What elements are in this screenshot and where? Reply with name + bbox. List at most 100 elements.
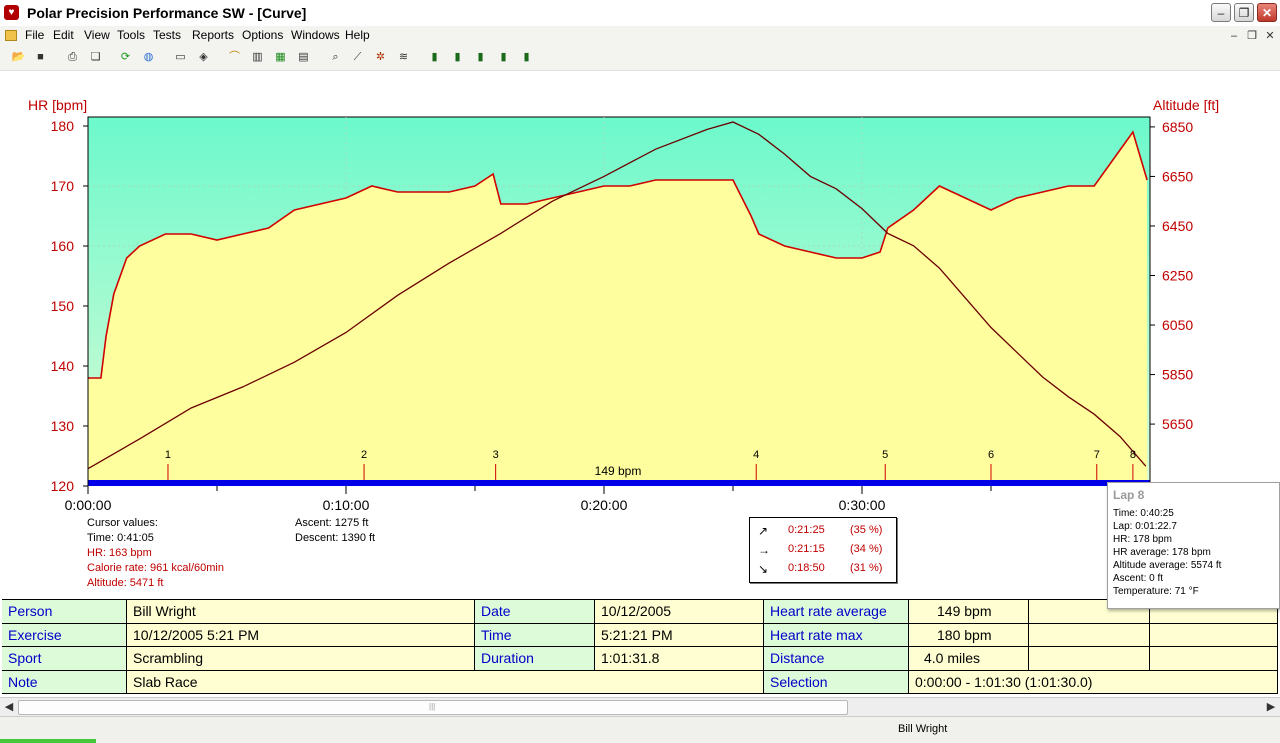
scroll-thumb[interactable]: ||| [18,700,848,715]
lap-label-1: 1 [165,449,171,461]
hr-tick-label: 120 [51,478,75,494]
hr-average-label: 149 bpm [595,464,642,478]
x-tick-label: 0:20:00 [581,497,628,513]
window-icon[interactable]: ▭ [172,49,189,66]
status-bar: Bill Wright [0,716,1280,743]
hr-tick-label: 180 [51,118,75,134]
horizontal-scrollbar[interactable]: ◀ ||| ▶ [0,697,1280,716]
histogram-4-icon[interactable]: ▮ [495,49,512,66]
menu-help[interactable]: Help [345,28,370,42]
altitude-tick-label: 6250 [1162,267,1193,283]
hr-tick-label: 170 [51,178,75,194]
menu-view[interactable]: View [84,28,110,42]
uphill-arrow-icon: ↗ [758,524,769,538]
save-icon[interactable]: ■ [32,49,49,66]
table-icon[interactable]: ▤ [295,49,312,66]
hr-tick-label: 130 [51,418,75,434]
lap-popup-title: Lap 8 [1113,488,1145,502]
histogram-1-icon[interactable]: ▮ [426,49,443,66]
status-user: Bill Wright [898,723,948,735]
person-value[interactable]: Bill Wright [127,600,475,624]
layers-icon[interactable]: ◈ [195,49,212,66]
menu-tests[interactable]: Tests [153,28,181,42]
hr-axis-label: HR [bpm] [28,97,87,113]
graph-icon[interactable]: ⟋ [349,49,366,66]
lap-popup-line: HR: 178 bpm [1113,534,1172,545]
globe-icon[interactable]: ◍ [140,49,157,66]
scroll-left-icon[interactable]: ◀ [1,699,17,715]
selection-label: Selection [764,670,909,694]
cursor-values: Cursor values: Time: 0:41:05 HR: 163 bpm… [87,516,224,591]
menu-edit[interactable]: Edit [53,28,74,42]
cursor-header: Cursor values: [87,517,158,529]
minimize-button[interactable]: – [1211,3,1231,22]
histogram-2-icon[interactable]: ▮ [449,49,466,66]
lap-info-popup: Lap 8 Time: 0:40:25 Lap: 0:01:22.7 HR: 1… [1107,482,1280,609]
zoom-icon[interactable]: ⌕ [327,49,344,66]
lap-popup-line: HR average: 178 bpm [1113,547,1211,558]
restore-button[interactable]: ❐ [1234,3,1254,22]
altitude-tick-label: 6850 [1162,119,1193,135]
empty-cell [1150,647,1278,671]
toolbar: 📂 ■ ⎙ ❏ ⟳ ◍ ▭ ◈ ⌒ ▥ ▦ ▤ ⌕ ⟋ ✲ ≋ ▮ ▮ ▮ ▮ … [0,46,1280,71]
time-value[interactable]: 5:21:21 PM [595,623,764,647]
duration-value[interactable]: 1:01:31.8 [595,647,764,671]
cursor-altitude: Altitude: 5471 ft [87,577,164,589]
date-label: Date [475,600,595,624]
note-label: Note [2,670,127,694]
distance-label: Distance [764,647,909,671]
exercise-label: Exercise [2,623,127,647]
mdi-restore-button[interactable]: ❐ [1245,29,1259,43]
document-icon[interactable] [5,30,17,41]
level-arrow-icon: → [758,543,770,557]
hr-max-label: Heart rate max [764,623,909,647]
empty-cell [1150,623,1278,647]
ascent-value: Ascent: 1275 ft [295,517,369,529]
duration-label: Duration [475,647,595,671]
menu-options[interactable]: Options [242,28,283,42]
mdi-close-button[interactable]: ✕ [1263,29,1277,43]
ascent-descent: Ascent: 1275 ft Descent: 1390 ft [295,516,375,546]
histogram-3-icon[interactable]: ▮ [472,49,489,66]
copy-icon[interactable]: ❏ [87,49,104,66]
histogram-5-icon[interactable]: ▮ [518,49,535,66]
window-title: Polar Precision Performance SW - [Curve] [27,5,307,21]
zone-downhill: ↘ 0:18:50 (31 %) [758,562,883,576]
compare-icon[interactable]: ▦ [272,49,289,66]
mdi-minimize-button[interactable]: – [1227,29,1241,43]
menu-reports[interactable]: Reports [192,28,234,42]
slope-zones-box: ↗ 0:21:25 (35 %) → 0:21:15 (34 %) ↘ 0:18… [749,517,897,583]
altitude-tick-label: 6650 [1162,168,1193,184]
bar-chart-icon[interactable]: ▥ [249,49,266,66]
distance-value[interactable]: 4.0 miles [909,647,1029,671]
hr-max-value: 180 bpm [909,623,1029,647]
close-button[interactable]: ✕ [1257,3,1277,22]
open-icon[interactable]: 📂 [10,49,27,66]
menu-file[interactable]: File [25,28,44,42]
menu-windows[interactable]: Windows [291,28,340,42]
settings-icon[interactable]: ✲ [372,49,389,66]
scroll-right-icon[interactable]: ▶ [1263,699,1279,715]
altitude-axis-label: Altitude [ft] [1153,97,1219,113]
note-value[interactable]: Slab Race [127,670,764,694]
hr-tick-label: 160 [51,238,75,254]
lap-label-6: 6 [988,449,994,461]
lap-label-5: 5 [882,449,888,461]
sport-value[interactable]: Scrambling [127,647,475,671]
title-bar: ♥ Polar Precision Performance SW - [Curv… [0,0,1280,27]
exercise-value[interactable]: 10/12/2005 5:21 PM [127,623,475,647]
curve-icon[interactable]: ⌒ [226,49,243,66]
menu-bar: File Edit View Tools Tests Reports Optio… [0,26,1280,46]
lap-popup-line: Time: 0:40:25 [1113,508,1174,519]
selection-value: 0:00:00 - 1:01:30 (1:01:30.0) [909,670,1278,694]
menu-tools[interactable]: Tools [117,28,145,42]
person-label: Person [2,600,127,624]
wave-icon[interactable]: ≋ [395,49,412,66]
cursor-time: Time: 0:41:05 [87,532,154,544]
zone-level: → 0:21:15 (34 %) [758,543,883,557]
refresh-icon[interactable]: ⟳ [117,49,134,66]
app-heart-icon[interactable]: ♥ [4,5,19,20]
print-icon[interactable]: ⎙ [64,49,81,66]
lap-popup-line: Ascent: 0 ft [1113,573,1164,584]
date-value[interactable]: 10/12/2005 [595,600,764,624]
